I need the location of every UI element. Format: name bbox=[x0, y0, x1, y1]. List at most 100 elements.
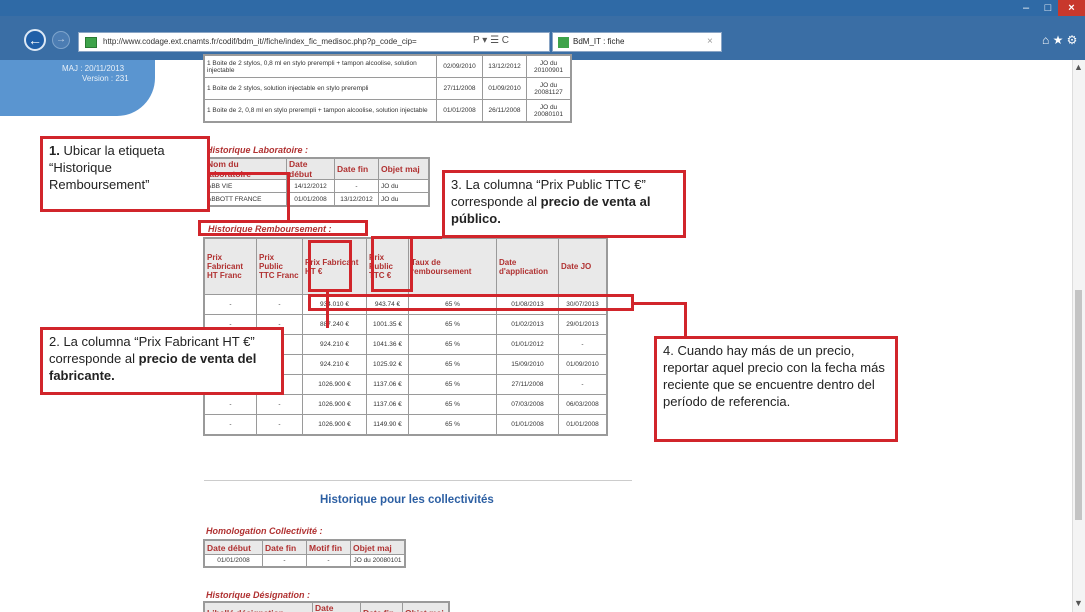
table-cell: JO du bbox=[378, 192, 429, 206]
table-cell: 65 % bbox=[408, 394, 497, 415]
table-cell: - bbox=[256, 394, 303, 415]
highlight-remboursement-label bbox=[198, 220, 368, 236]
url-text[interactable]: http://www.codage.ext.cnamts.fr/codif/bd… bbox=[103, 37, 417, 46]
homologation-table: Date début Date fin Motif fin Objet maj … bbox=[203, 539, 406, 568]
table-cell: 01/01/2012 bbox=[496, 334, 559, 355]
table-row: 1 Boite de 2, 0,8 ml en stylo prerempli … bbox=[204, 99, 571, 122]
step-number: 1. bbox=[49, 143, 60, 158]
column-header: Date fin bbox=[360, 602, 403, 612]
table-cell: 65 % bbox=[408, 374, 497, 395]
table-row: 01/01/2008 - - JO du 20080101 bbox=[204, 554, 405, 567]
browser-toolbar: – □ × ← → http://www.codage.ext.cnamts.f… bbox=[0, 0, 1085, 60]
table-cell: 13/12/2012 bbox=[334, 192, 379, 206]
column-header: Objet maj bbox=[378, 158, 429, 180]
scroll-up-arrow-icon[interactable]: ▲ bbox=[1074, 62, 1083, 72]
address-bar-tools[interactable]: Ρ ▾ ☰ C bbox=[473, 35, 509, 46]
scroll-down-arrow-icon[interactable]: ▼ bbox=[1074, 598, 1083, 608]
browser-screenshot: { "browser": { "url": "http://www.codage… bbox=[0, 0, 1085, 612]
presentation-history-table: 1 Boite de 2 stylos, 0,8 ml en stylo pre… bbox=[203, 54, 572, 123]
version-text: Version : 231 bbox=[82, 74, 129, 83]
table-cell: 1137.06 € bbox=[366, 374, 409, 395]
column-header: Objet maj bbox=[350, 540, 405, 555]
column-header: Prix Fabricant HT Franc bbox=[204, 238, 257, 295]
table-cell: 887.240 € bbox=[302, 314, 367, 335]
table-cell: JO du bbox=[378, 179, 429, 193]
home-favorites-settings-icons[interactable]: ⌂ ★ ⚙ bbox=[1042, 33, 1077, 47]
table-cell: 27/11/2008 bbox=[496, 374, 559, 395]
table-header-row: Libellé désignation Date début Date fin … bbox=[204, 602, 449, 612]
homologation-title: Homologation Collectivité : bbox=[206, 526, 323, 536]
step-text: Ubicar la etiqueta “Historique Rembourse… bbox=[49, 143, 165, 192]
table-cell: JO du 20080101 bbox=[350, 554, 405, 567]
tab-close-icon[interactable]: × bbox=[707, 36, 713, 47]
highlight-prix-fabricant-column bbox=[308, 240, 352, 292]
laboratory-history-title: Historique Laboratoire : bbox=[206, 145, 309, 155]
table-cell: 01/01/2008 bbox=[286, 192, 335, 206]
highlight-most-recent-row bbox=[308, 294, 634, 311]
maximize-button[interactable]: □ bbox=[1036, 0, 1060, 16]
step-text: 4. Cuando hay más de un precio, reportar… bbox=[663, 343, 885, 409]
close-window-button[interactable]: × bbox=[1058, 0, 1085, 16]
table-cell: 29/01/2013 bbox=[558, 314, 607, 335]
back-arrow-icon: ← bbox=[28, 32, 42, 48]
table-cell: - bbox=[256, 294, 303, 315]
table-cell: 07/03/2008 bbox=[496, 394, 559, 415]
connector-line bbox=[208, 172, 288, 175]
column-header: Date début bbox=[204, 540, 263, 555]
collectivities-history-heading: Historique pour les collectivités bbox=[320, 494, 494, 506]
table-cell: - bbox=[204, 294, 257, 315]
table-row: 1 Boite de 2 stylos, 0,8 ml en stylo pre… bbox=[204, 55, 571, 78]
table-cell: ABBOTT FRANCE bbox=[204, 192, 287, 206]
table-cell: - bbox=[256, 414, 303, 435]
scrollbar-thumb[interactable] bbox=[1075, 290, 1082, 520]
annotation-step-4: 4. Cuando hay más de un precio, reportar… bbox=[654, 336, 898, 442]
connector-line bbox=[684, 302, 687, 336]
table-cell: - bbox=[334, 179, 379, 193]
table-cell: 01/01/2008 bbox=[558, 414, 607, 435]
minimize-button[interactable]: – bbox=[1014, 0, 1038, 16]
table-cell: ABB VIE bbox=[204, 179, 287, 193]
table-cell: 1041.36 € bbox=[366, 334, 409, 355]
table-cell: 13/12/2012 bbox=[482, 55, 527, 78]
table-cell: 65 % bbox=[408, 314, 497, 335]
column-header: Taux de remboursement bbox=[408, 238, 497, 295]
column-header: Date fin bbox=[334, 158, 379, 180]
table-cell: 01/01/2008 bbox=[204, 554, 263, 567]
table-cell: 1 Boite de 2 stylos, 0,8 ml en stylo pre… bbox=[204, 55, 437, 78]
browser-tab[interactable]: BdM_IT : fiche × bbox=[552, 32, 722, 52]
table-cell: 06/03/2008 bbox=[558, 394, 607, 415]
table-cell: 14/12/2012 bbox=[286, 179, 335, 193]
table-cell: 01/02/2013 bbox=[496, 314, 559, 335]
designation-history-title: Historique Désignation : bbox=[206, 590, 311, 600]
address-bar[interactable]: http://www.codage.ext.cnamts.fr/codif/bd… bbox=[78, 32, 550, 52]
table-cell: 65 % bbox=[408, 414, 497, 435]
designation-history-table: Libellé désignation Date début Date fin … bbox=[203, 601, 450, 612]
table-cell: 27/11/2008 bbox=[436, 77, 483, 100]
table-cell: 1 Boite de 2, 0,8 ml en stylo prerempli … bbox=[204, 99, 437, 122]
connector-line bbox=[632, 302, 686, 305]
table-cell: 924.210 € bbox=[302, 334, 367, 355]
update-date-text: MAJ : 20/11/2013 bbox=[62, 64, 125, 73]
forward-button[interactable]: → bbox=[52, 31, 70, 49]
column-header: Objet maj bbox=[402, 602, 449, 612]
table-row: ABBOTT FRANCE 01/01/2008 13/12/2012 JO d… bbox=[204, 192, 429, 206]
table-cell: 1026.900 € bbox=[302, 414, 367, 435]
table-cell: 1025.92 € bbox=[366, 354, 409, 375]
annotation-step-3: 3. La columna “Prix Public TTC €” corres… bbox=[442, 170, 686, 238]
table-cell: 01/01/2008 bbox=[496, 414, 559, 435]
table-cell: 1026.900 € bbox=[302, 394, 367, 415]
column-header: Libellé désignation bbox=[204, 602, 313, 612]
back-button[interactable]: ← bbox=[24, 29, 46, 51]
column-header: Date fin bbox=[262, 540, 307, 555]
table-row: 1 Boite de 2 stylos, solution injectable… bbox=[204, 77, 571, 100]
column-header: Date début bbox=[312, 602, 361, 612]
table-cell: 15/09/2010 bbox=[496, 354, 559, 375]
annotation-step-2: 2. La columna “Prix Fabricant HT €” corr… bbox=[40, 327, 284, 395]
laboratory-history-table: Nom du laboratoire Date début Date fin O… bbox=[203, 157, 430, 207]
table-row: - - 1026.900 € 1149.90 € 65 % 01/01/2008… bbox=[204, 414, 607, 435]
table-cell: 1149.90 € bbox=[366, 414, 409, 435]
connector-line bbox=[287, 172, 290, 220]
column-header: Prix Public TTC Franc bbox=[256, 238, 303, 295]
table-cell: 1026.900 € bbox=[302, 374, 367, 395]
column-header: Nom du laboratoire bbox=[204, 158, 287, 180]
